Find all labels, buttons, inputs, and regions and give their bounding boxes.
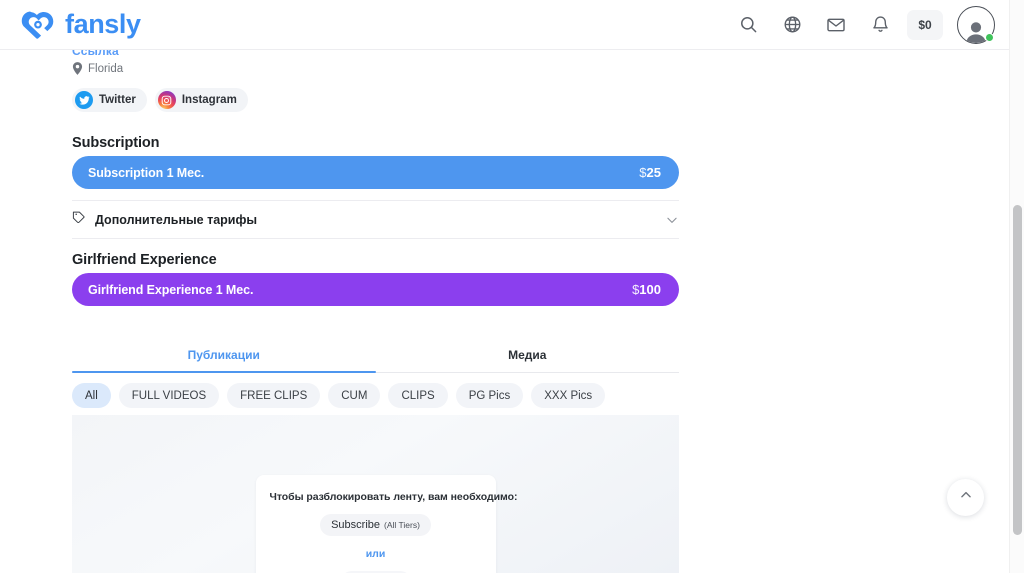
instagram-camera-icon: [157, 91, 176, 109]
filter-chip-row: All FULL VIDEOS FREE CLIPS CUM CLIPS PG …: [72, 383, 679, 408]
globe-icon[interactable]: [773, 6, 811, 44]
locked-feed-card: Чтобы разблокировать ленту, вам необходи…: [255, 475, 518, 573]
avatar[interactable]: [957, 5, 995, 44]
filter-chip-all[interactable]: All: [72, 383, 111, 408]
locked-feed-title: Чтобы разблокировать ленту, вам необходи…: [269, 491, 518, 503]
profile-location-text: Florida: [88, 62, 124, 75]
chevron-up-icon: [959, 488, 973, 507]
filter-chip-xxx-pics-label: XXX Pics: [544, 389, 593, 402]
social-link-twitter-label: Twitter: [99, 94, 136, 106]
page-content: Ссылка Florida Twitter Instagram Subscri…: [0, 50, 1009, 573]
extra-tariffs-row[interactable]: Дополнительные тарифы: [72, 200, 679, 239]
search-icon[interactable]: [729, 6, 767, 44]
subscription-tier-label: Subscription 1 Mec.: [88, 165, 205, 180]
filter-chip-cum-label: CUM: [341, 389, 368, 402]
chevron-down-icon[interactable]: [665, 213, 679, 227]
tab-media[interactable]: Медиа: [376, 337, 680, 372]
subscription-heading: Subscription: [72, 135, 160, 151]
profile-link-clipped[interactable]: Ссылка: [72, 50, 119, 58]
locked-feed-area: Чтобы разблокировать ленту, вам необходи…: [72, 415, 679, 573]
gfe-tier-currency: $: [632, 282, 640, 297]
filter-chip-all-label: All: [85, 389, 98, 402]
filter-chip-full-videos[interactable]: FULL VIDEOS: [118, 383, 220, 408]
extra-tariffs-left: Дополнительные тарифы: [72, 210, 257, 229]
brand-logo-link[interactable]: fansly: [20, 10, 141, 40]
gfe-tier-button[interactable]: Girlfriend Experience 1 Mec. $100: [72, 273, 679, 306]
brand-name: fansly: [65, 9, 141, 39]
filter-chip-cum[interactable]: CUM: [328, 383, 381, 408]
balance-chip[interactable]: $0: [907, 9, 943, 40]
page-scrollbar-track[interactable]: [1009, 0, 1024, 573]
filter-chip-clips[interactable]: CLIPS: [388, 383, 448, 408]
tab-publications[interactable]: Публикации: [72, 337, 376, 373]
filter-chip-full-videos-label: FULL VIDEOS: [131, 389, 207, 402]
tab-publications-label: Публикации: [187, 347, 260, 362]
gfe-tier-amount: 100: [639, 282, 661, 297]
top-header: fansly $0: [0, 0, 1009, 50]
subscription-tier-currency: $: [639, 165, 647, 180]
tab-media-label: Медиа: [508, 347, 547, 362]
online-status-dot: [985, 32, 994, 42]
header-actions: $0: [729, 5, 995, 44]
scroll-to-top-button[interactable]: [947, 479, 984, 516]
mail-icon[interactable]: [817, 6, 855, 44]
locked-feed-subscribe-label: Subscribe: [331, 519, 381, 531]
subscription-tier-price: $25: [639, 165, 661, 180]
profile-location: Florida: [72, 62, 123, 75]
fansly-heart-logo-icon: [20, 10, 56, 40]
page-scrollbar-thumb[interactable]: [1013, 205, 1022, 535]
filter-chip-pg-pics-label: PG Pics: [468, 389, 511, 402]
extra-tariffs-label: Дополнительные тарифы: [95, 212, 258, 227]
social-link-twitter[interactable]: Twitter: [72, 88, 147, 112]
subscription-tier-button[interactable]: Subscription 1 Mec. $25: [72, 156, 679, 189]
gfe-heading: Girlfriend Experience: [72, 252, 217, 268]
social-link-instagram-label: Instagram: [181, 94, 237, 106]
map-pin-icon: [72, 62, 83, 75]
locked-feed-subscribe-note: (All Tiers): [384, 520, 420, 530]
locked-feed-subscribe-button[interactable]: Subscribe (All Tiers): [320, 514, 431, 536]
tag-icon: [72, 210, 86, 229]
filter-chip-free-clips-label: FREE CLIPS: [240, 389, 308, 402]
subscription-tier-amount: 25: [646, 165, 661, 180]
filter-chip-xxx-pics[interactable]: XXX Pics: [531, 383, 606, 408]
filter-chip-pg-pics[interactable]: PG Pics: [455, 383, 524, 408]
social-links: Twitter Instagram: [72, 88, 248, 112]
page-root: fansly $0 Ссылка Florida Twitter Instagr…: [0, 0, 1024, 573]
locked-feed-or-label: или: [365, 548, 386, 560]
gfe-tier-price: $100: [632, 282, 661, 297]
social-link-instagram[interactable]: Instagram: [154, 88, 248, 112]
bell-icon[interactable]: [861, 6, 899, 44]
content-tabs: Публикации Медиа: [72, 337, 679, 373]
twitter-bird-icon: [75, 91, 93, 109]
filter-chip-clips-label: CLIPS: [401, 389, 435, 402]
gfe-tier-label: Girlfriend Experience 1 Mec.: [88, 282, 254, 297]
filter-chip-free-clips[interactable]: FREE CLIPS: [227, 383, 321, 408]
